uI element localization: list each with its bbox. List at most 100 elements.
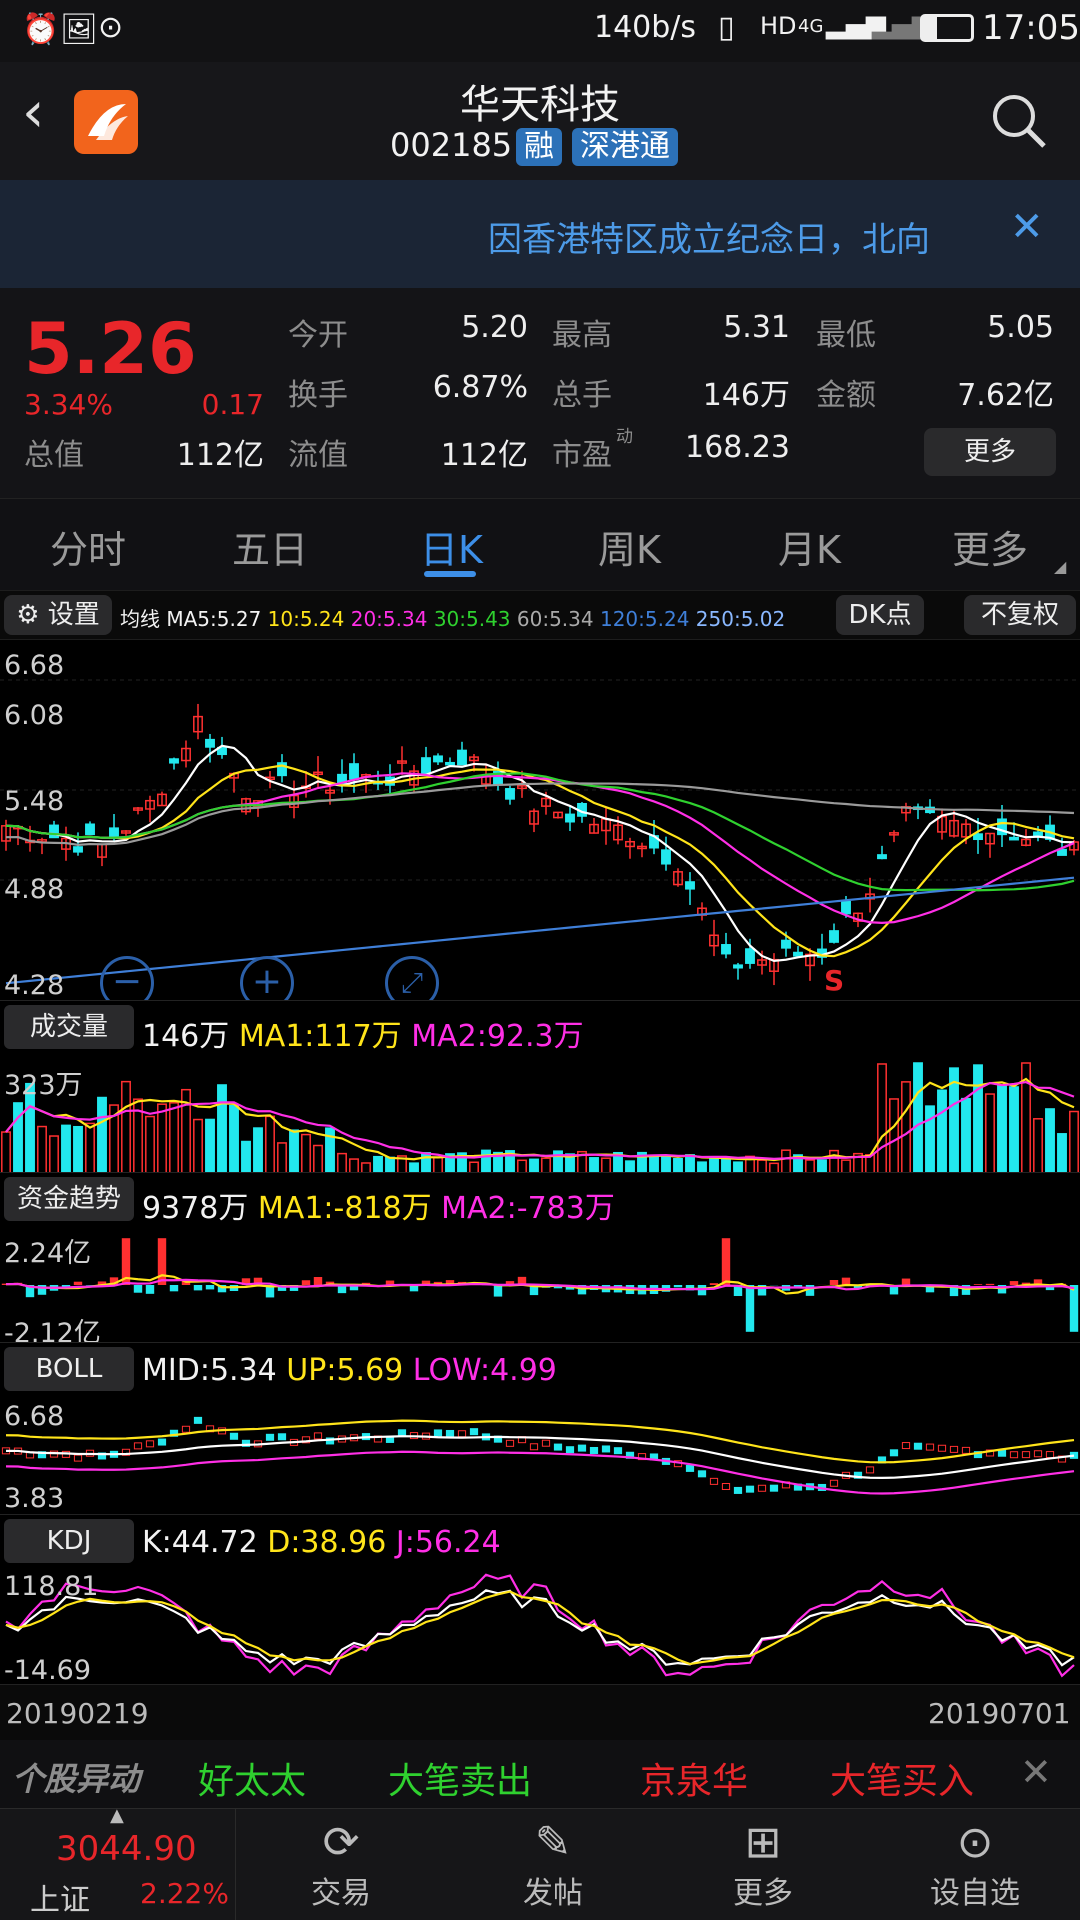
tab-five-day[interactable]: 五日 <box>232 519 308 574</box>
volume-panel[interactable]: 成交量 146万 MA1:117万 MA2:92.3万 323万 <box>0 1000 1080 1173</box>
boll-candle <box>529 1443 539 1451</box>
gear-icon: ⚙ <box>16 600 40 630</box>
boll-candle <box>181 1425 191 1433</box>
boll-candle <box>697 1470 707 1478</box>
fund-bar <box>301 1280 311 1285</box>
volume-bar <box>157 1103 167 1173</box>
boll-candle <box>949 1445 959 1453</box>
tab-weekly-k[interactable]: 周K <box>598 519 661 574</box>
volume-bar <box>1045 1108 1055 1173</box>
boll-candle <box>937 1444 947 1452</box>
fund-tag[interactable]: 资金趋势 <box>4 1177 134 1221</box>
fund-trend-panel[interactable]: 资金趋势 9378万 MA1:-818万 MA2:-783万 2.24亿 -2.… <box>0 1172 1080 1349</box>
boll-panel[interactable]: BOLL MID:5.34 UP:5.69 LOW:4.99 6.68 3.83 <box>0 1342 1080 1514</box>
candle <box>457 749 467 766</box>
volume-bar <box>373 1155 383 1173</box>
volume-bar <box>937 1089 947 1173</box>
dk-point-button[interactable]: DK点 <box>836 595 924 635</box>
nav-trade[interactable]: ⟳ 交易 <box>266 1817 416 1912</box>
ma-legend: 均线 MA5:5.27 10:5.24 20:5.34 30:5.43 60:5… <box>120 603 785 632</box>
nav-more-label: 更多 <box>733 1876 793 1911</box>
candle <box>505 788 515 800</box>
stock-alert-bar[interactable]: 个股异动 好太太 大笔卖出 京泉华 大笔买入 ✕ <box>0 1740 1080 1808</box>
nav-watchlist-label: 设自选 <box>930 1876 1020 1911</box>
close-icon[interactable]: ✕ <box>1010 204 1044 250</box>
kdj-j-line <box>5 1573 1075 1678</box>
volume-bar <box>901 1081 911 1173</box>
boll-candle <box>73 1454 83 1462</box>
nav-post[interactable]: ✎ 发帖 <box>478 1817 628 1912</box>
fund-bar <box>985 1283 995 1285</box>
boll-candle <box>1009 1451 1019 1459</box>
alert-stock[interactable]: 京泉华 <box>640 1752 748 1804</box>
tab-intraday[interactable]: 分时 <box>50 519 126 574</box>
kdj-tag[interactable]: KDJ <box>4 1519 134 1563</box>
ma20-value: 20:5.34 <box>350 607 428 631</box>
candle <box>829 930 839 943</box>
volume-bar <box>73 1125 83 1173</box>
nav-watchlist[interactable]: ⊙ 设自选 <box>900 1817 1050 1912</box>
volume-tag[interactable]: 成交量 <box>4 1005 134 1049</box>
settings-button[interactable]: ⚙ 设置 <box>4 595 112 635</box>
kdj-panel[interactable]: KDJ K:44.72 D:38.96 J:56.24 118.81 -14.6… <box>0 1514 1080 1686</box>
kdj-k: K:44.72 <box>142 1525 258 1560</box>
tab-monthly-k[interactable]: 月K <box>778 519 841 574</box>
boll-candle <box>229 1432 239 1440</box>
hd-call-icon: HD <box>760 12 797 40</box>
boll-candle <box>145 1440 155 1448</box>
fund-bar <box>1069 1285 1079 1332</box>
low-label: 最低 <box>816 318 876 353</box>
close-alert-icon[interactable]: ✕ <box>1020 1750 1052 1794</box>
kdj-k-line <box>5 1589 1075 1667</box>
volume-bar <box>301 1133 311 1173</box>
volume-bar <box>61 1124 71 1173</box>
volume-bar <box>1009 1086 1019 1173</box>
boll-candle <box>157 1438 167 1446</box>
end-date: 20190701 <box>928 1697 1071 1730</box>
tab-daily-k[interactable]: 日K <box>420 519 483 574</box>
volume-bar <box>205 1118 215 1173</box>
volume-bar <box>337 1152 347 1173</box>
volume-max-label: 323万 <box>4 1070 83 1101</box>
more-quote-button[interactable]: 更多 <box>924 428 1056 476</box>
volume-bar <box>913 1062 923 1173</box>
open-value: 5.20 <box>461 310 528 345</box>
nav-trade-label: 交易 <box>311 1876 371 1911</box>
boll-mid: MID:5.34 <box>142 1353 277 1388</box>
boll-up-line <box>5 1419 1075 1464</box>
kdj-d: D:38.96 <box>267 1525 387 1560</box>
notice-text: 因香港特区成立纪念日，北向 <box>488 220 930 260</box>
boll-candle <box>769 1484 779 1492</box>
fund-bar <box>205 1285 215 1290</box>
kline-panel[interactable]: 6.68 6.08 5.48 4.88 4.28 S − + ⤢ <box>0 640 1080 1010</box>
candle <box>721 944 731 955</box>
kline-y-label: 4.88 <box>4 874 65 905</box>
fund-bar <box>709 1283 719 1285</box>
ma250-value: 250:5.02 <box>695 607 786 631</box>
boll-max-label: 6.68 <box>4 1401 65 1432</box>
volume-bar <box>193 1118 203 1173</box>
boll-low-line <box>5 1450 1075 1495</box>
date-axis: 20190219 20190701 <box>0 1684 1080 1740</box>
clock: 17:05 <box>982 8 1080 48</box>
search-icon[interactable] <box>990 92 1048 150</box>
nav-more[interactable]: ⊞ 更多 <box>688 1817 838 1912</box>
float-value: 112亿 <box>440 438 528 473</box>
boll-candle <box>277 1433 287 1441</box>
volume-ma2: MA2:92.3万 <box>411 1019 584 1054</box>
volume-bar <box>829 1149 839 1173</box>
candle <box>421 757 431 774</box>
candle <box>661 849 671 865</box>
volume-bar <box>997 1084 1007 1173</box>
amount-label: 金额 <box>816 378 876 413</box>
index-name: 上证 <box>30 1883 90 1918</box>
alert-stock[interactable]: 好太太 <box>198 1752 306 1804</box>
fund-bar <box>721 1238 731 1285</box>
boll-tag[interactable]: BOLL <box>4 1347 134 1391</box>
volume-bar <box>145 1115 155 1173</box>
notice-banner[interactable]: 因香港特区成立纪念日，北向 ✕ <box>0 180 1080 288</box>
volume-bar <box>541 1157 551 1173</box>
no-adjust-button[interactable]: 不复权 <box>964 595 1076 635</box>
tab-more[interactable]: 更多 <box>952 519 1028 574</box>
index-ticker[interactable]: ▲ 3044.90 上证 2.22% <box>0 1805 236 1920</box>
